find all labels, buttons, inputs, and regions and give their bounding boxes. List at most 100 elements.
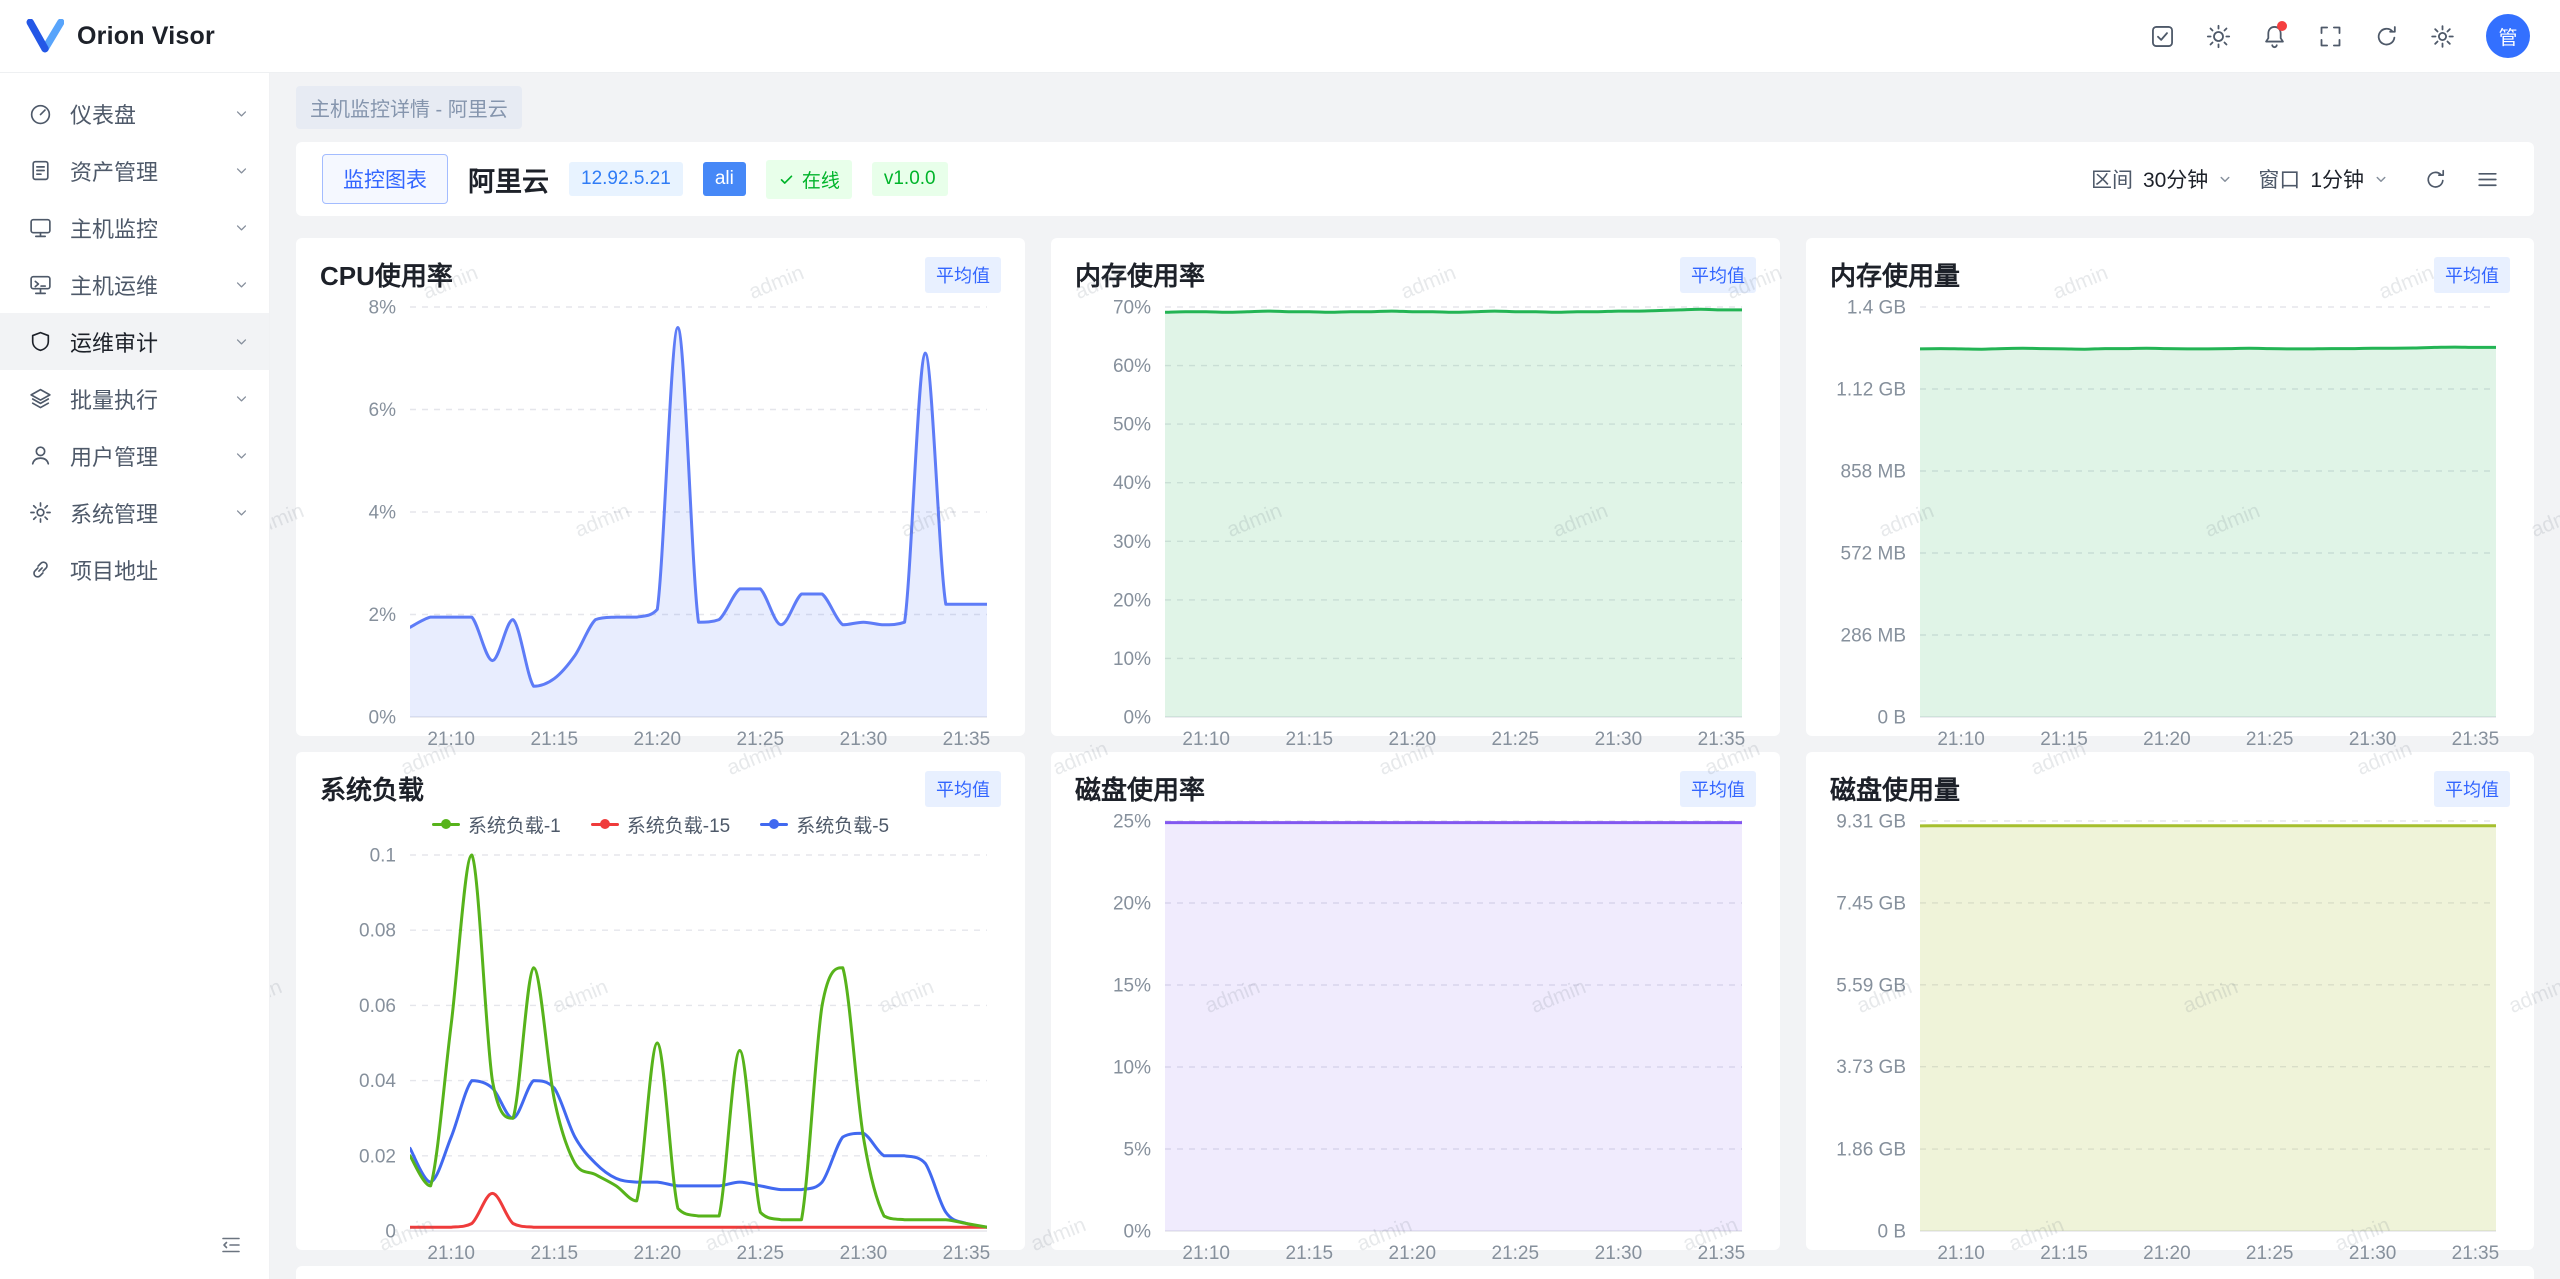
settings-gear-icon — [2429, 23, 2456, 50]
chart-canvas: 0%2%4%6%8%21:1021:1521:2021:2521:3021:35 — [320, 293, 1001, 753]
svg-text:21:20: 21:20 — [2143, 1243, 2191, 1264]
monitor-chart-button[interactable]: 监控图表 — [322, 154, 448, 204]
sidebar-item-0[interactable]: 仪表盘 — [0, 85, 269, 142]
range-select-value: 30分钟 — [2143, 164, 2208, 194]
svg-text:30%: 30% — [1113, 532, 1151, 553]
average-badge[interactable]: 平均值 — [2434, 771, 2510, 807]
svg-text:10%: 10% — [1113, 649, 1151, 670]
app-title: Orion Visor — [77, 22, 215, 51]
svg-text:0 B: 0 B — [1877, 1222, 1906, 1243]
chart-title: 内存使用率 — [1075, 256, 1205, 293]
sidebar-item-8[interactable]: 项目地址 — [0, 541, 269, 598]
chevron-down-icon — [232, 161, 251, 180]
breadcrumb[interactable]: 主机监控详情 - 阿里云 — [296, 86, 522, 129]
svg-text:0%: 0% — [1124, 1222, 1152, 1243]
gear-icon — [28, 500, 53, 525]
range-select[interactable]: 区间 30分钟 — [2091, 164, 2234, 194]
svg-text:0.08: 0.08 — [359, 921, 396, 942]
sidebar-item-label: 主机运维 — [70, 269, 215, 301]
sidebar: 仪表盘资产管理主机监控主机运维运维审计批量执行用户管理系统管理项目地址 — [0, 73, 270, 1279]
fullscreen-icon — [2317, 23, 2344, 50]
theme-toggle-icon[interactable] — [2196, 14, 2240, 58]
range-select-label: 区间 — [2091, 164, 2133, 194]
svg-text:21:30: 21:30 — [840, 1243, 888, 1264]
host-ip-tag: 12.92.5.21 — [569, 162, 683, 196]
fullscreen-icon[interactable] — [2308, 14, 2352, 58]
layers-icon — [28, 386, 53, 411]
chart-area: 0 B286 MB572 MB858 MB1.12 GB1.4 GB21:102… — [1830, 293, 2510, 726]
svg-text:2%: 2% — [369, 605, 397, 626]
doc-icon — [28, 158, 53, 183]
svg-text:0%: 0% — [369, 708, 397, 729]
status-check-icon[interactable] — [2140, 14, 2184, 58]
sidebar-item-label: 批量执行 — [70, 383, 215, 415]
svg-text:0.04: 0.04 — [359, 1071, 396, 1092]
reload-icon[interactable] — [2364, 14, 2408, 58]
sidebar-item-label: 资产管理 — [70, 155, 215, 187]
legend-item[interactable]: 系统负载-1 — [432, 811, 561, 838]
sidebar-item-7[interactable]: 系统管理 — [0, 484, 269, 541]
average-badge[interactable]: 平均值 — [2434, 257, 2510, 293]
desktop-icon — [28, 272, 53, 297]
notification-badge-dot — [2277, 21, 2287, 31]
svg-text:21:35: 21:35 — [1698, 1243, 1746, 1264]
chart-title: 磁盘使用率 — [1075, 770, 1205, 807]
chevron-down-icon — [232, 503, 251, 522]
average-badge[interactable]: 平均值 — [925, 771, 1001, 807]
chevron-down-icon — [232, 218, 251, 237]
svg-text:21:35: 21:35 — [2452, 729, 2500, 750]
theme-toggle-icon — [2205, 23, 2232, 50]
sidebar-item-3[interactable]: 主机运维 — [0, 256, 269, 313]
list-icon — [2475, 167, 2500, 192]
average-badge[interactable]: 平均值 — [925, 257, 1001, 293]
svg-text:21:10: 21:10 — [427, 729, 475, 750]
doc-icon — [28, 158, 53, 183]
window-select[interactable]: 窗口 1分钟 — [2258, 164, 2390, 194]
shield-icon — [28, 329, 53, 354]
chevron-down-icon — [232, 332, 251, 351]
chart-refresh-button[interactable] — [2414, 158, 2456, 200]
svg-text:21:20: 21:20 — [634, 1243, 682, 1264]
svg-text:21:30: 21:30 — [1595, 729, 1643, 750]
app-logo: Orion Visor — [26, 19, 215, 53]
sidebar-item-2[interactable]: 主机监控 — [0, 199, 269, 256]
chart-legend: 系统负载-1 系统负载-15 系统负载-5 — [320, 807, 1001, 841]
sidebar-item-6[interactable]: 用户管理 — [0, 427, 269, 484]
svg-text:21:30: 21:30 — [1595, 1243, 1643, 1264]
chevron-down-icon — [232, 275, 251, 294]
sidebar-item-4[interactable]: 运维审计 — [0, 313, 269, 370]
sidebar-item-label: 项目地址 — [70, 554, 251, 586]
chevron-down-icon — [232, 104, 251, 123]
settings-gear-icon[interactable] — [2420, 14, 2464, 58]
chevron-down-icon — [232, 389, 251, 408]
chevron-down-icon — [2372, 170, 2390, 188]
sidebar-item-1[interactable]: 资产管理 — [0, 142, 269, 199]
layers-icon — [28, 386, 53, 411]
svg-text:21:25: 21:25 — [1492, 1243, 1540, 1264]
chart-canvas: 0%10%20%30%40%50%60%70%21:1021:1521:2021… — [1075, 293, 1756, 753]
sidebar-item-5[interactable]: 批量执行 — [0, 370, 269, 427]
svg-text:8%: 8% — [369, 298, 397, 319]
notifications-bell-icon[interactable] — [2252, 14, 2296, 58]
legend-item[interactable]: 系统负载-15 — [591, 811, 730, 838]
svg-text:21:30: 21:30 — [2349, 729, 2397, 750]
chart-title: 内存使用量 — [1830, 256, 1960, 293]
svg-text:21:25: 21:25 — [737, 729, 785, 750]
chart-card-3: 系统负载平均值系统负载-1系统负载-15系统负载-500.020.040.060… — [296, 752, 1025, 1250]
legend-item[interactable]: 系统负载-5 — [760, 811, 889, 838]
gauge-icon — [28, 101, 53, 126]
chart-options-button[interactable] — [2466, 158, 2508, 200]
chevron-down-icon — [232, 218, 251, 237]
sidebar-collapse-button[interactable] — [211, 1225, 251, 1265]
average-badge[interactable]: 平均值 — [1680, 771, 1756, 807]
chart-canvas: 0%5%10%15%20%25%21:1021:1521:2021:2521:3… — [1075, 807, 1756, 1267]
sidebar-item-label: 主机监控 — [70, 212, 215, 244]
svg-text:21:10: 21:10 — [1182, 1243, 1230, 1264]
agent-version-tag: v1.0.0 — [872, 162, 948, 196]
chevron-down-icon — [232, 332, 251, 351]
user-avatar[interactable]: 管 — [2486, 14, 2530, 58]
svg-text:50%: 50% — [1113, 415, 1151, 436]
average-badge[interactable]: 平均值 — [1680, 257, 1756, 293]
svg-text:40%: 40% — [1113, 473, 1151, 494]
host-name: 阿里云 — [468, 160, 549, 199]
